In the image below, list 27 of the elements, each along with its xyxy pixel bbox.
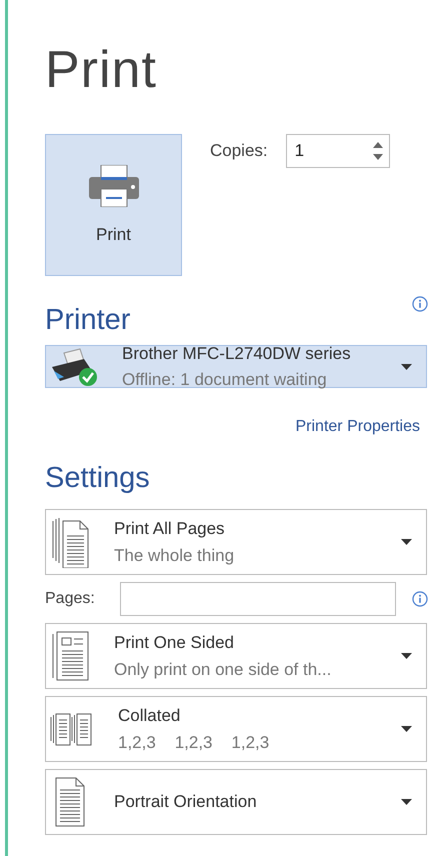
settings-heading: Settings: [45, 462, 151, 495]
pages-stack-icon: [50, 516, 90, 568]
pages-input-field[interactable]: [120, 582, 396, 616]
copies-input-field[interactable]: 1: [286, 134, 390, 168]
settings-dropdown[interactable]: Print All Pages The whole thing: [45, 509, 427, 575]
printer-dropdown[interactable]: Brother MFC-L2740DW series Offline: 1 document waiting: [45, 345, 427, 388]
settings-dropdown[interactable]: Collated 1,2,3 1,2,3 1,2,3: [45, 696, 427, 762]
spinner-arrows-icon[interactable]: [372, 140, 384, 162]
page-title: Print: [45, 40, 158, 101]
caret-icon: [401, 799, 412, 805]
info-icon[interactable]: [412, 591, 428, 607]
single-page-icon: [50, 630, 90, 682]
printer-ready-icon: [50, 346, 100, 386]
settings-dropdown[interactable]: Print One Sided Only print on one side of th...: [45, 623, 427, 689]
caret-icon: [401, 726, 412, 732]
printer-properties-link[interactable]: Printer Properties: [296, 418, 420, 436]
caret-icon: [401, 653, 412, 659]
pages-label: Pages:: [45, 590, 96, 608]
copies-label: Copies:: [210, 141, 268, 161]
info-icon[interactable]: [412, 296, 428, 312]
caret-icon: [401, 539, 412, 545]
print-button[interactable]: Print: [45, 134, 182, 276]
collated-pages-icon: [50, 711, 94, 747]
printer-icon: [88, 165, 138, 207]
printer-heading: Printer: [45, 304, 130, 337]
settings-dropdown[interactable]: Portrait Orientation: [45, 769, 427, 835]
caret-icon: [401, 364, 412, 370]
